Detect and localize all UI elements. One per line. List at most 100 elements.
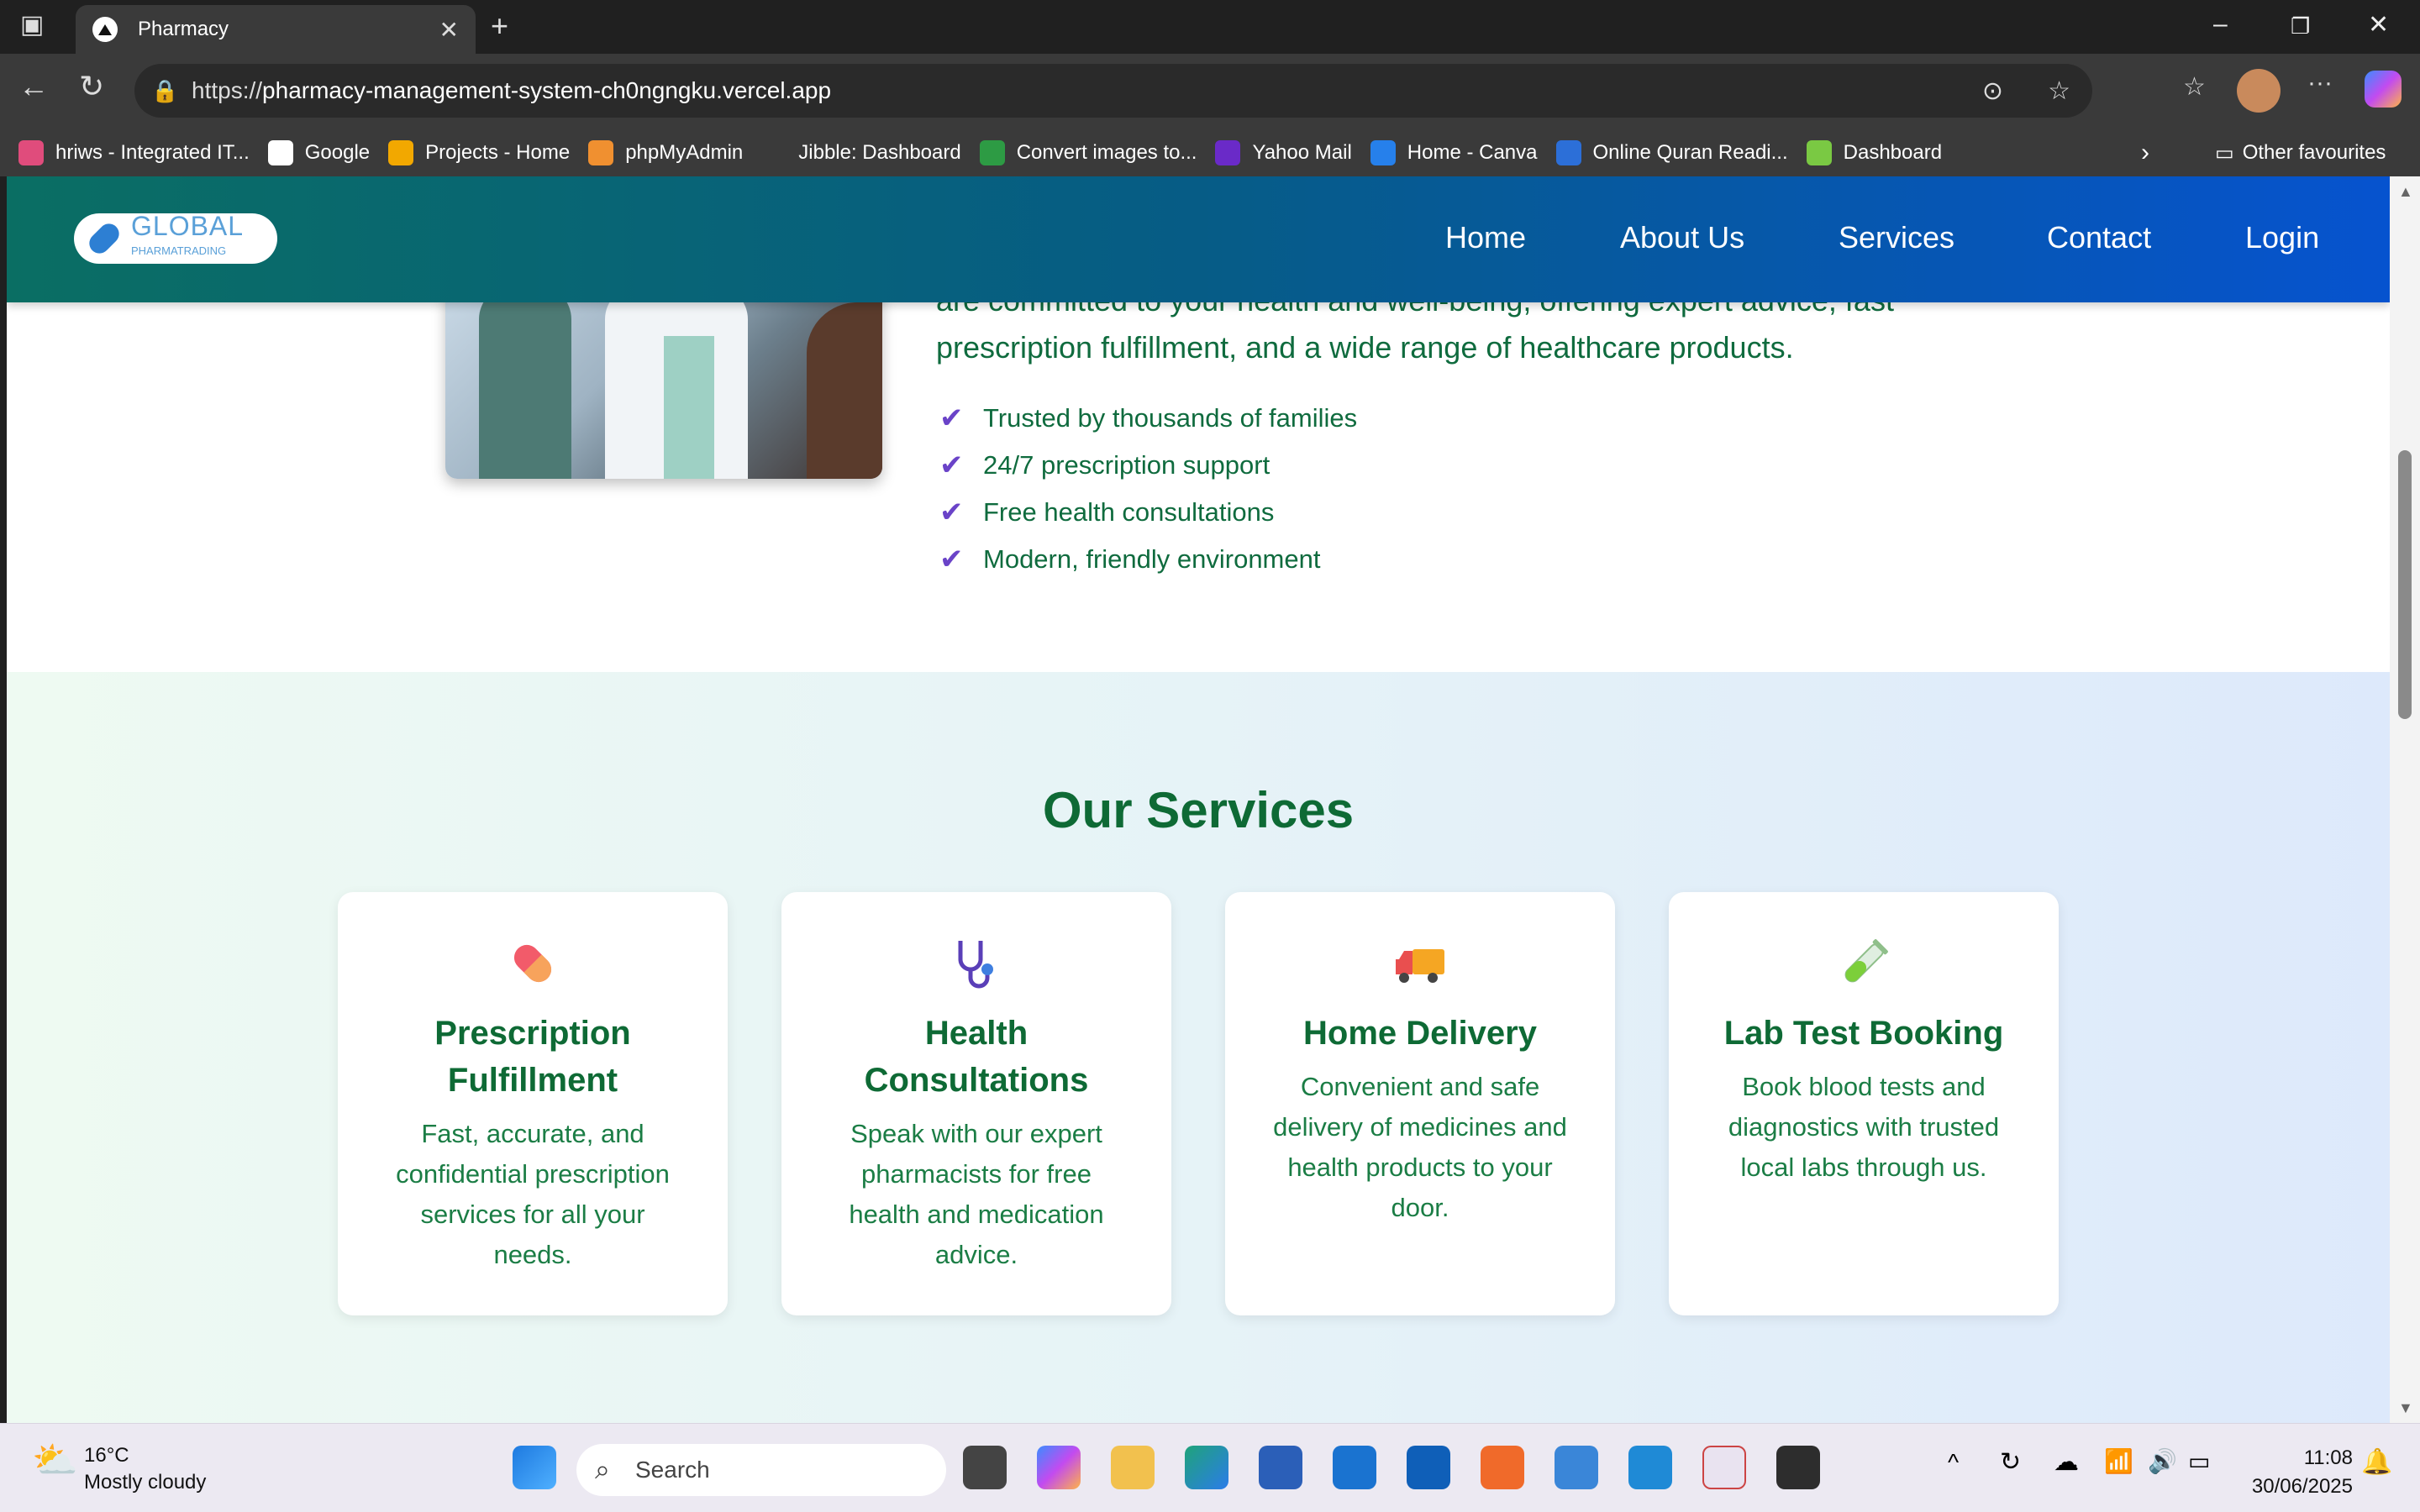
- weather-desc: Mostly cloudy: [84, 1471, 207, 1494]
- windows-taskbar: ⛅ 16°C Mostly cloudy ⌕ Search ^ ↻ ☁ 📶 🔊 …: [0, 1423, 2420, 1512]
- service-card-delivery[interactable]: Home Delivery Convenient and safe delive…: [1225, 892, 1615, 1315]
- weather-temp: 16°C: [84, 1444, 129, 1467]
- bookmark-item[interactable]: Projects - Home: [388, 140, 570, 165]
- bookmark-item[interactable]: Convert images to...: [979, 140, 1197, 165]
- browser-tab[interactable]: Pharmacy ✕: [76, 5, 476, 54]
- volume-icon[interactable]: 🔊: [2148, 1447, 2177, 1475]
- task-view-icon[interactable]: [963, 1446, 1007, 1489]
- bookmark-item[interactable]: Google: [267, 140, 370, 165]
- bookmark-item[interactable]: Online Quran Readi...: [1555, 140, 1788, 165]
- checkmark-icon: ✔: [939, 496, 964, 528]
- store-icon[interactable]: [1259, 1446, 1302, 1489]
- bookmark-favicon-icon: [761, 140, 787, 165]
- snipping-tool-icon[interactable]: [1702, 1446, 1746, 1489]
- checklist-text: Free health consultations: [983, 497, 1275, 527]
- terminal-icon[interactable]: [1776, 1446, 1820, 1489]
- bookmark-favicon-icon: [388, 140, 414, 165]
- clock-time: 11:08: [2303, 1446, 2353, 1469]
- checklist-text: Modern, friendly environment: [983, 544, 1321, 574]
- card-title: Home Delivery: [1303, 1015, 1537, 1052]
- bookmark-label: Convert images to...: [1016, 141, 1197, 164]
- copilot-icon[interactable]: [2365, 71, 2402, 108]
- bookmark-label: Projects - Home: [425, 141, 571, 164]
- clock-date: 30/06/2025: [2251, 1475, 2353, 1498]
- checklist-text: Trusted by thousands of families: [983, 403, 1358, 433]
- card-title: Prescription Fulfillment: [434, 1015, 631, 1099]
- reading-mode-icon[interactable]: ⊙: [1982, 76, 2003, 106]
- checklist-item: ✔ Free health consultations: [939, 489, 1357, 536]
- other-favourites-folder[interactable]: ▭ Other favourites: [2215, 141, 2386, 165]
- scroll-up-icon[interactable]: ▲: [2398, 183, 2413, 201]
- service-card-prescription[interactable]: Prescription Fulfillment Fast, accurate,…: [338, 892, 728, 1315]
- service-card-lab-test[interactable]: Lab Test Booking Book blood tests and di…: [1669, 892, 2059, 1315]
- cloud-sun-icon: ⛅: [32, 1440, 78, 1481]
- logo-subtext: PHARMATRADING: [131, 244, 227, 257]
- refresh-icon[interactable]: ↻: [79, 69, 104, 104]
- profile-avatar[interactable]: [2237, 69, 2281, 113]
- restore-icon[interactable]: ❐: [2291, 13, 2310, 39]
- folder-icon: ▭: [2215, 141, 2234, 165]
- pharmacy-photo: [445, 286, 882, 479]
- bookmark-item[interactable]: phpMyAdmin: [588, 140, 743, 165]
- card-text: Fast, accurate, and confidential prescri…: [396, 1119, 670, 1269]
- xampp-icon[interactable]: [1481, 1446, 1524, 1489]
- tray-chevron-icon[interactable]: ^: [1948, 1449, 1959, 1476]
- bookmark-label: Yahoo Mail: [1252, 141, 1352, 164]
- more-menu-icon[interactable]: ···: [2307, 69, 2333, 97]
- window-close-icon[interactable]: ✕: [2368, 10, 2389, 39]
- nav-contact[interactable]: Contact: [2047, 220, 2151, 255]
- site-logo[interactable]: GLOBAL PHARMATRADING: [74, 213, 277, 264]
- onedrive-icon[interactable]: ☁: [2054, 1447, 2079, 1477]
- bookmark-favicon-icon: [1555, 140, 1581, 165]
- minimize-icon[interactable]: –: [2213, 10, 2228, 39]
- copilot-app-icon[interactable]: [1037, 1446, 1081, 1489]
- favorites-icon[interactable]: ☆: [2183, 72, 2206, 102]
- battery-icon[interactable]: ▭: [2188, 1447, 2210, 1475]
- bookmark-favicon-icon: [979, 140, 1005, 165]
- taskbar-search[interactable]: ⌕ Search: [576, 1444, 946, 1496]
- site-navbar: GLOBAL PHARMATRADING Home About Us Servic…: [7, 176, 2390, 302]
- outlook-new-icon[interactable]: [1333, 1446, 1376, 1489]
- bookmark-item[interactable]: Jibble: Dashboard: [761, 140, 961, 165]
- scroll-down-icon[interactable]: ▼: [2398, 1399, 2413, 1417]
- new-tab-icon[interactable]: +: [491, 8, 508, 44]
- notification-bell-icon[interactable]: 🔔: [2361, 1447, 2392, 1477]
- scrollbar-thumb[interactable]: [2398, 450, 2412, 719]
- nav-login[interactable]: Login: [2245, 220, 2319, 255]
- site-info-icon[interactable]: 🔒: [151, 78, 178, 104]
- start-menu-icon[interactable]: [513, 1446, 556, 1489]
- bookmark-label: phpMyAdmin: [625, 141, 744, 164]
- card-title: Health Consultations: [864, 1015, 1089, 1099]
- edge-icon[interactable]: [1185, 1446, 1228, 1489]
- bookmark-item[interactable]: Home - Canva: [1370, 140, 1538, 165]
- back-icon[interactable]: ←: [18, 69, 49, 104]
- sync-icon[interactable]: ↻: [2000, 1447, 2021, 1477]
- tab-close-icon[interactable]: ✕: [439, 16, 459, 44]
- favorite-star-icon[interactable]: ☆: [2048, 76, 2070, 106]
- bookmark-label: hriws - Integrated IT...: [55, 141, 250, 164]
- vscode-icon[interactable]: [1628, 1446, 1672, 1489]
- service-card-consultations[interactable]: Health Consultations Speak with our expe…: [781, 892, 1171, 1315]
- bookmark-item[interactable]: Dashboard: [1806, 140, 1942, 165]
- about-line-2: prescription fulfillment, and a wide ran…: [936, 330, 1794, 365]
- url-bar[interactable]: 🔒 https://pharmacy-management-system-ch0…: [134, 64, 2092, 118]
- bookmark-item[interactable]: Yahoo Mail: [1215, 140, 1352, 165]
- bookmark-item[interactable]: hriws - Integrated IT...: [18, 140, 250, 165]
- bookmarks-bar: hriws - Integrated IT... Google Projects -…: [0, 129, 2420, 176]
- notepad-icon[interactable]: [1555, 1446, 1598, 1489]
- sidebar-toggle-icon[interactable]: ▣: [20, 10, 44, 39]
- outlook-icon[interactable]: [1407, 1446, 1450, 1489]
- file-explorer-icon[interactable]: [1111, 1446, 1155, 1489]
- system-clock[interactable]: 11:08 30/06/2025: [2252, 1444, 2353, 1501]
- checklist-item: ✔ Trusted by thousands of families: [939, 395, 1357, 442]
- logo-text: GLOBAL: [131, 211, 245, 241]
- weather-widget[interactable]: ⛅ 16°C Mostly cloudy: [25, 1442, 206, 1496]
- stethoscope-icon: [947, 934, 1006, 993]
- page-scrollbar[interactable]: ▲ ▼: [2390, 176, 2420, 1423]
- wifi-icon[interactable]: 📶: [2104, 1447, 2133, 1475]
- services-section: Our Services Prescription Fulfillment Fa…: [7, 672, 2390, 1423]
- nav-about-us[interactable]: About Us: [1620, 220, 1744, 255]
- nav-services[interactable]: Services: [1839, 220, 1954, 255]
- bookmarks-overflow-icon[interactable]: ›: [2141, 139, 2149, 167]
- nav-home[interactable]: Home: [1445, 220, 1526, 255]
